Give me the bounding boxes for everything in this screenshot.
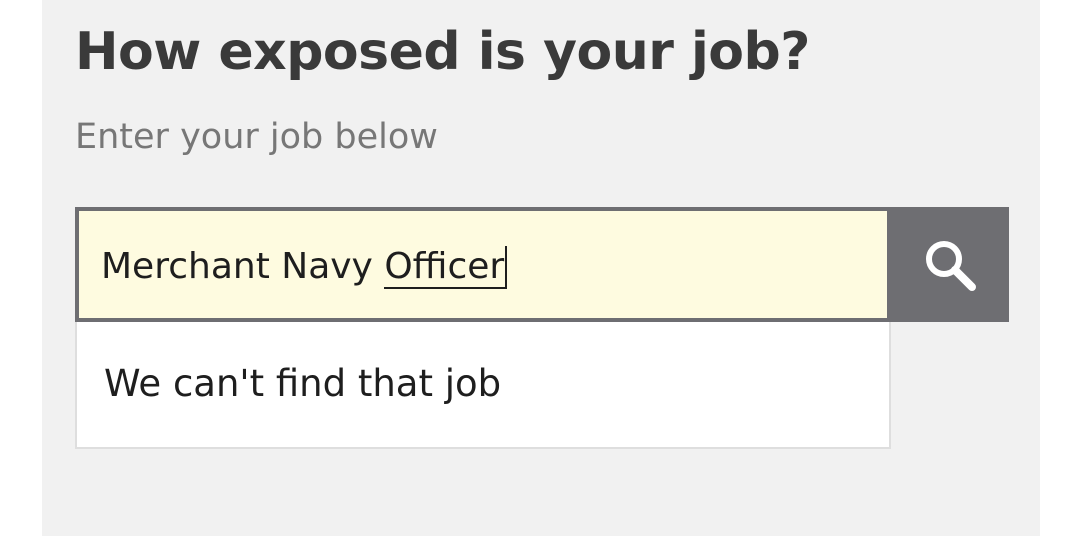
- page-title: How exposed is your job?: [75, 22, 810, 82]
- no-results-message: We can't find that job: [104, 362, 502, 405]
- search-input-text: Merchant Navy: [101, 246, 385, 287]
- job-search-input[interactable]: Merchant Navy Officer: [101, 239, 861, 295]
- job-search-form: Merchant Navy Officer: [75, 207, 1009, 322]
- page-subtitle: Enter your job below: [75, 117, 438, 157]
- search-input-current-word: Officer: [384, 246, 508, 289]
- search-results-dropdown: We can't find that job: [75, 322, 891, 449]
- search-icon: [926, 241, 976, 291]
- job-search-field[interactable]: Merchant Navy Officer: [75, 207, 891, 322]
- search-button[interactable]: [891, 207, 1009, 322]
